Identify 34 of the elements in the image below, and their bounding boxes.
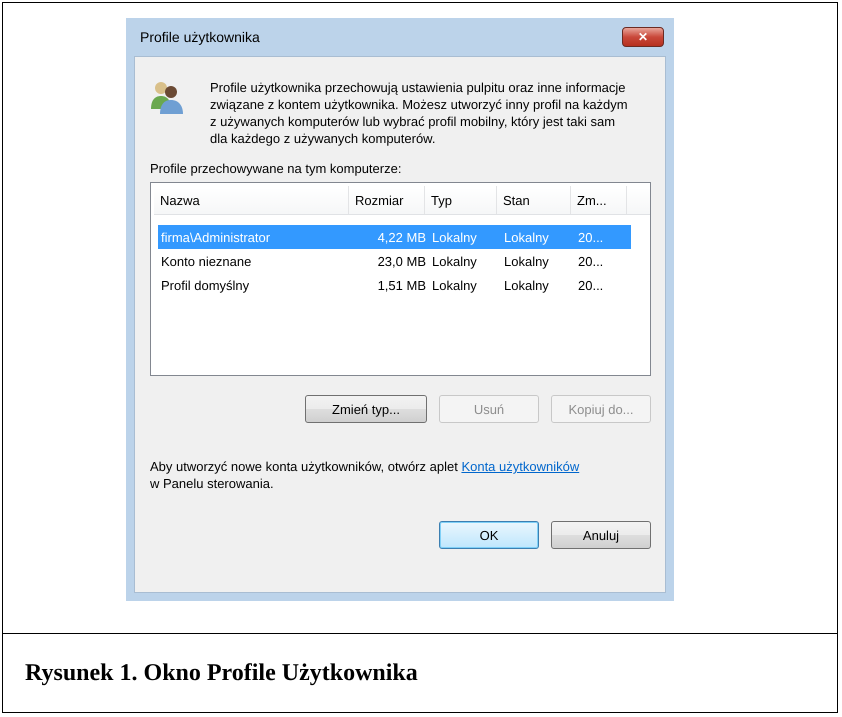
close-button[interactable]: ✕	[622, 27, 664, 47]
column-header[interactable]: Zm...	[571, 186, 627, 214]
users-icon	[150, 79, 184, 115]
table-cell-text: firma\Administrator	[160, 230, 272, 244]
column-header[interactable]: Stan	[497, 186, 571, 214]
dialog-button[interactable]: Anuluj	[551, 521, 651, 549]
figure-caption: Rysunek 1. Okno Profile Użytkownika	[25, 660, 418, 686]
description-text: Profile użytkownika przechowują ustawienia pulpitu oraz inne informacje związane z kontem użytkownika. Możesz utworzyć inny profil na każdym z używanych komputerów lub wybrać profil mobilny, który jest taki sam dla każdego z używanych komputerów.	[210, 79, 629, 147]
user-accounts-link[interactable]: Konta użytkowników	[461, 459, 580, 474]
table-cell-text: 4,22 MB	[376, 230, 427, 244]
column-header[interactable]: Nazwa	[154, 186, 349, 214]
table-cell-text: Lokalny	[431, 254, 478, 268]
footer-text: Aby utworzyć nowe konta użytkowników, otwórz aplet Konta użytkowników w Panelu sterowania.	[150, 458, 580, 492]
table-cell-text: 20...	[577, 278, 604, 292]
table-cell-text: Lokalny	[431, 278, 478, 292]
action-button[interactable]: Zmień typ...	[305, 395, 427, 423]
table-cell-text: Profil domyślny	[160, 278, 250, 292]
table-cell-text: Lokalny	[503, 230, 550, 244]
profiles-list[interactable]: Nazwa Rozmiar Typ Stan Zm... firma\Administrator 4,22 MB Lokalny Lokalny 20... Konto nieznane 23,0 MB Lokalny Lokalny 20... Profil domyślny 1,51 MB Lokalny Lokalny 20...	[150, 182, 651, 376]
column-header[interactable]: Typ	[425, 186, 497, 214]
list-label: Profile przechowywane na tym komputerze:	[150, 161, 402, 176]
column-header[interactable]: Rozmiar	[349, 186, 425, 214]
profile-row[interactable]: Konto nieznane 23,0 MB Lokalny Lokalny 20...	[158, 249, 631, 273]
window-title: Profile użytkownika	[140, 29, 260, 45]
table-cell-text: 1,51 MB	[376, 278, 427, 292]
table-cell-text: Konto nieznane	[160, 254, 252, 268]
table-cell-text: Lokalny	[503, 254, 550, 268]
table-cell-text: 20...	[577, 230, 604, 244]
dialog-button[interactable]: OK	[439, 521, 539, 549]
table-cell-text: Lokalny	[503, 278, 550, 292]
profile-row[interactable]: Profil domyślny 1,51 MB Lokalny Lokalny 20...	[158, 273, 631, 297]
table-cell-text: 23,0 MB	[376, 254, 427, 268]
table-cell-text: Lokalny	[431, 230, 478, 244]
table-cell-text: 20...	[577, 254, 604, 268]
